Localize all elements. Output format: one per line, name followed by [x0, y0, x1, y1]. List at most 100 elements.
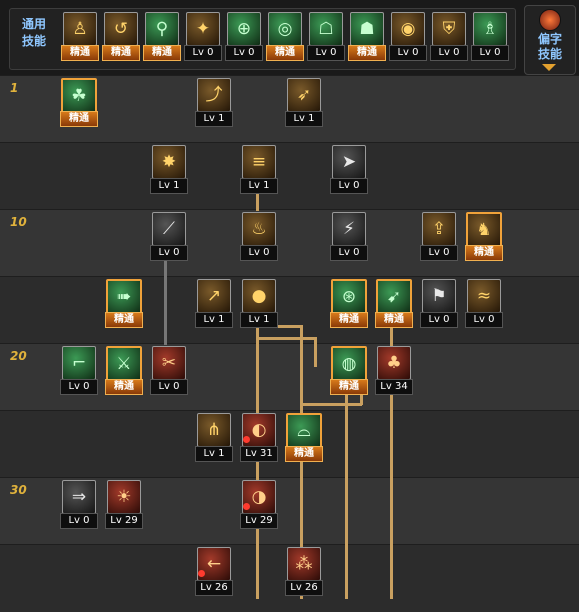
skill-grenade[interactable]: ● Lv 1 — [240, 279, 278, 328]
skill-level-badge: Lv 0 — [420, 245, 458, 261]
common-skill-5[interactable]: ⊕ Lv 0 — [225, 12, 263, 61]
skill-level-badge: Lv 31 — [240, 446, 278, 462]
skill-level-badge: Lv 1 — [150, 178, 188, 194]
skill-upload[interactable]: ⇪ Lv 0 — [420, 212, 458, 261]
common-skill-8[interactable]: ☗ 精通 — [348, 12, 386, 61]
skill-blade-red[interactable]: ✂ Lv 0 — [150, 346, 188, 395]
dash-icon: ➠ — [106, 279, 142, 315]
skill-fire-red[interactable]: ☀ Lv 29 — [105, 480, 143, 529]
skill-bullet[interactable]: ⇒ Lv 0 — [60, 480, 98, 529]
skill-dash-shot[interactable]: ➠ 精通 — [105, 279, 143, 328]
skill-level-badge: 精通 — [285, 446, 323, 462]
connector-line — [345, 393, 348, 599]
skill-level-badge: Lv 1 — [195, 312, 233, 328]
common-skill-6[interactable]: ◎ 精通 — [266, 12, 304, 61]
skill-mine[interactable]: ◐ Lv 31 — [240, 413, 278, 462]
skill-lizard[interactable]: ☘ 精通 — [60, 78, 98, 127]
common-skill-9[interactable]: ◉ Lv 0 — [389, 12, 427, 61]
burst-icon: ✸ — [152, 145, 186, 179]
common-skill-10[interactable]: ⛨ Lv 0 — [430, 12, 468, 61]
skill-level-badge: Lv 34 — [375, 379, 413, 395]
skill-level-badge: 精通 — [61, 45, 99, 61]
revolver-icon: ⌐ — [62, 346, 96, 380]
skill-bomb-red[interactable]: ◑ Lv 29 — [240, 480, 278, 529]
level-marker: 1 — [10, 81, 19, 95]
rocket-icon: ➹ — [376, 279, 412, 315]
skill-revolver[interactable]: ⌐ Lv 0 — [60, 346, 98, 395]
skill-rain-red[interactable]: ⁂ Lv 26 — [285, 547, 323, 596]
beast-icon: ♞ — [466, 212, 502, 248]
connector-line — [300, 403, 362, 406]
wings-icon: ✦ — [186, 12, 220, 46]
level-marker: 20 — [10, 349, 27, 363]
common-skill-4[interactable]: ✦ Lv 0 — [184, 12, 222, 61]
runner-icon: ⚑ — [422, 279, 456, 313]
skill-level-badge: Lv 0 — [225, 45, 263, 61]
person-flip-icon: ↺ — [104, 12, 138, 46]
skill-gun-shot[interactable]: ➤ Lv 0 — [330, 145, 368, 194]
skill-dome[interactable]: ⌓ 精通 — [285, 413, 323, 462]
skill-bell[interactable]: ♣ Lv 34 — [375, 346, 413, 395]
pose-icon: ♗ — [473, 12, 507, 46]
skill-lightning[interactable]: ⚡ Lv 0 — [330, 212, 368, 261]
crosshair-target-icon: ◎ — [268, 12, 302, 46]
skill-level-badge: 精通 — [143, 45, 181, 61]
skill-level-badge: 精通 — [348, 45, 386, 61]
skill-run-shock[interactable]: ⚑ Lv 0 — [420, 279, 458, 328]
common-skill-bar: 通用 技能 偏字 技能 ♙ 精通 ↺ 精通 ⚲ 精通 ✦ Lv 0 ⊕ Lv 0 ◎ 精通 ☖ Lv 0 ☗… — [0, 0, 579, 75]
skill-level-badge: Lv 1 — [285, 111, 323, 127]
bell-icon: ♣ — [377, 346, 411, 380]
skill-crossbow[interactable]: ⚔ 精通 — [105, 346, 143, 395]
common-skill-1[interactable]: ♙ 精通 — [61, 12, 99, 61]
skill-wave[interactable]: ≈ Lv 0 — [465, 279, 503, 328]
connector-line — [256, 325, 259, 599]
connector-line — [164, 257, 167, 345]
connector-line — [256, 191, 259, 211]
skill-level-badge: Lv 0 — [420, 312, 458, 328]
skill-level-badge: Lv 29 — [105, 513, 143, 529]
skill-level-badge: Lv 0 — [389, 45, 427, 61]
common-skill-11[interactable]: ♗ Lv 0 — [471, 12, 509, 61]
lock-icon — [243, 436, 250, 443]
common-skill-7[interactable]: ☖ Lv 0 — [307, 12, 345, 61]
skill-rapid-shot[interactable]: ≡ Lv 1 — [240, 145, 278, 194]
skill-tree: 1 10 20 30 ☘ 精通 ⤴ Lv 1 ➶ Lv 1 ✸ Lv 1 ≡ Lv 1 ➤ Lv 0 ⟋… — [0, 75, 579, 612]
kick-icon: ➶ — [287, 78, 321, 112]
meditate-aura-icon: ☗ — [350, 12, 384, 46]
skill-arrow-red[interactable]: ← Lv 26 — [195, 547, 233, 596]
skill-level-badge: 精通 — [330, 379, 368, 395]
skill-jump-attack[interactable]: ⤴ Lv 1 — [195, 78, 233, 127]
on-icon: ⊛ — [331, 279, 367, 315]
special-skills-label: 偏字 技能 — [537, 32, 562, 61]
skill-level-badge: Lv 1 — [240, 178, 278, 194]
eye-icon: ◉ — [391, 12, 425, 46]
skill-bomb-green[interactable]: ◍ 精通 — [330, 346, 368, 395]
skill-flame[interactable]: ♨ Lv 0 — [240, 212, 278, 261]
skill-level-badge: Lv 0 — [471, 45, 509, 61]
skill-claw[interactable]: ⋔ Lv 1 — [195, 413, 233, 462]
skill-grenade-toss[interactable]: ↗ Lv 1 — [195, 279, 233, 328]
blade-icon: ✂ — [152, 346, 186, 380]
special-skills-button[interactable]: 偏字 技能 — [524, 5, 576, 75]
skill-level-badge: 精通 — [105, 312, 143, 328]
lock-icon — [243, 503, 250, 510]
skill-slash[interactable]: ⟋ Lv 0 — [150, 212, 188, 261]
common-skill-2[interactable]: ↺ 精通 — [102, 12, 140, 61]
skill-burst[interactable]: ✸ Lv 1 — [150, 145, 188, 194]
skill-level-badge: 精通 — [266, 45, 304, 61]
skill-on-toggle[interactable]: ⊛ 精通 — [330, 279, 368, 328]
chevron-down-icon[interactable] — [542, 64, 556, 71]
person-sitting-icon: ♙ — [63, 12, 97, 46]
skill-level-badge: Lv 0 — [60, 513, 98, 529]
level-marker: 30 — [10, 483, 27, 497]
skill-level-badge: 精通 — [102, 45, 140, 61]
common-skill-3[interactable]: ⚲ 精通 — [143, 12, 181, 61]
armor-icon: ⛨ — [432, 12, 466, 46]
jump-icon: ⤴ — [197, 78, 231, 112]
skill-beast-face[interactable]: ♞ 精通 — [465, 212, 503, 261]
skill-rocket[interactable]: ➹ 精通 — [375, 279, 413, 328]
level-marker: 10 — [10, 215, 27, 229]
skill-level-badge: Lv 1 — [195, 111, 233, 127]
skill-level-badge: 精通 — [105, 379, 143, 395]
skill-kick[interactable]: ➶ Lv 1 — [285, 78, 323, 127]
